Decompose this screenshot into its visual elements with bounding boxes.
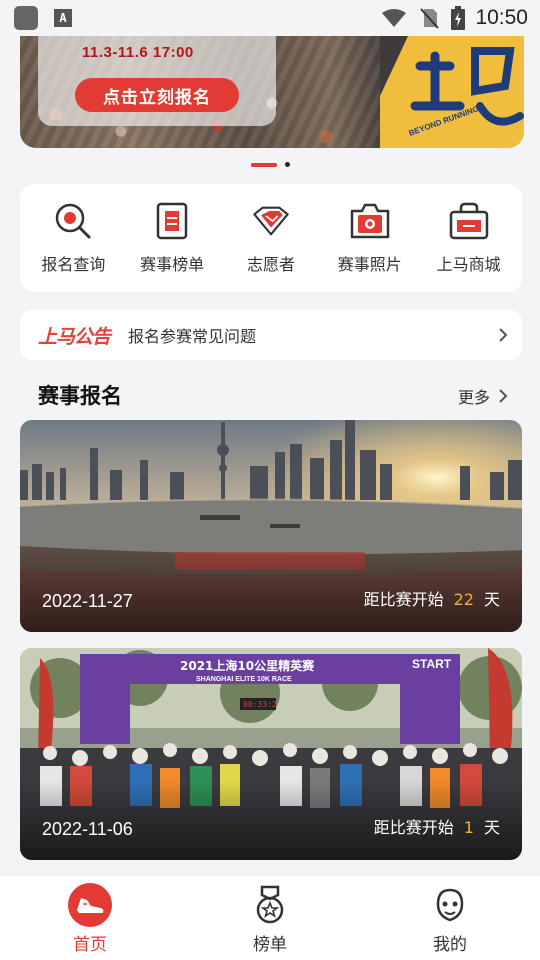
nav-label: 榜单 [253,935,287,955]
more-label: 更多 [457,388,490,407]
nav-tab-home[interactable]: 首页 [30,882,150,955]
battery-charging-icon [451,6,466,30]
event-card[interactable]: 2021上海10公里精英赛 SHANGHAI ELITE 10K RACE ST… [20,648,522,860]
quick-entry-ranking[interactable]: 赛事榜单 [124,201,220,275]
status-bar: A 10:50 [0,0,540,36]
no-sim-icon [419,7,440,29]
wifi-icon [381,8,407,28]
event-card[interactable]: 2022-11-27 距比赛开始 22 天 [20,420,522,632]
quick-entry-volunteer[interactable]: 志愿者 [223,201,319,275]
event-date: 2022-11-06 [42,819,133,839]
countdown-unit: 天 [483,590,500,609]
nav-tab-profile[interactable]: 我的 [390,882,510,955]
announcement-bar[interactable]: 上马公告 报名参赛常见问题 [20,310,522,360]
clock-time: 10:50 [475,6,528,29]
search-query-icon [53,201,93,241]
event-countdown: 距比赛开始 22 天 [364,586,500,610]
quick-entry-label: 上马商城 [436,255,501,274]
shopping-basket-icon [449,201,489,241]
quick-entry-label: 报名查询 [41,255,106,274]
more-link[interactable]: 更多 [458,384,508,408]
countdown-days: 22 [453,590,474,609]
race-clock-text: 00:33:2 [243,700,277,709]
announcement-logo: 上马公告 [38,325,111,348]
banner-date-range: 11.3-11.6 17:00 [82,44,194,61]
ranking-list-icon [152,201,192,241]
arch-title-text: 2021上海10公里精英赛 [180,658,315,673]
app-square-icon [14,6,38,30]
quick-entry-label: 志愿者 [246,255,295,274]
promo-banner[interactable]: 11.3-11.6 17:00 点击立刻报名 BEYOND RUNNING [20,36,524,148]
medal-icon [247,882,293,928]
running-shoe-icon [67,882,113,928]
bottom-navigation: 首页 榜单 我的 [0,876,540,960]
nav-label: 我的 [433,935,467,955]
volunteer-diamond-icon [251,201,291,241]
shanghai-marathon-logo: BEYOND RUNNING [380,36,524,148]
quick-entry-registration-query[interactable]: 报名查询 [25,201,121,275]
quick-entry-label: 赛事照片 [337,255,402,274]
camera-icon [350,201,390,241]
nav-label: 首页 [73,935,107,955]
announcement-text: 报名参赛常见问题 [128,327,257,346]
section-title: 赛事报名 [38,384,122,408]
event-countdown: 距比赛开始 1 天 [374,814,500,838]
countdown-days: 1 [463,818,474,837]
carousel-dot-active [250,162,277,167]
countdown-prefix: 距比赛开始 [373,818,454,837]
countdown-prefix: 距比赛开始 [363,590,444,609]
countdown-unit: 天 [483,818,500,837]
nav-tab-ranking[interactable]: 榜单 [210,882,330,955]
quick-entry-label: 赛事榜单 [140,255,205,274]
carousel-dot [284,162,290,167]
register-now-button[interactable]: 点击立刻报名 [75,78,239,112]
event-date: 2022-11-27 [42,591,133,611]
arch-subtitle-text: SHANGHAI ELITE 10K RACE [196,676,292,683]
chevron-right-icon [499,328,508,342]
carousel-indicator [0,162,540,167]
smiley-face-icon [427,882,473,928]
quick-entry-shop[interactable]: 上马商城 [421,201,517,275]
a-text-icon: A [54,9,72,27]
quick-entry-photos[interactable]: 赛事照片 [322,201,418,275]
chevron-right-icon [499,389,508,403]
quick-entry-card: 报名查询 赛事榜单 志愿者 赛事照片 上马商城 [20,184,522,292]
arch-start-text: START [412,657,452,671]
